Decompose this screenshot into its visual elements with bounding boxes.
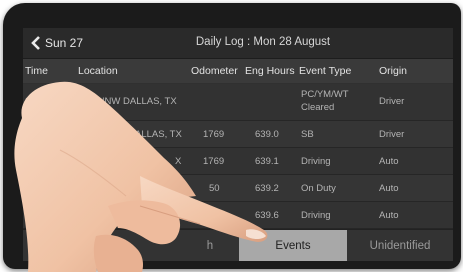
table-row[interactable]: 09: mi NNW DALLAS, TX PC/YM/WT Cleared D… [23, 84, 453, 121]
column-header-origin: Origin [379, 65, 408, 77]
top-bar: Sun 27 Daily Log : Mon 28 August [23, 28, 453, 59]
event-type-cell: On Duty [301, 183, 336, 194]
location-cell: W DAL [113, 183, 144, 194]
location-cell: ALLAS, TX [135, 129, 182, 140]
location-cell: mi NNW DALLAS, TX [85, 96, 177, 107]
column-header-odometer: Odometer [191, 65, 238, 77]
events-table: 09: mi NNW DALLAS, TX PC/YM/WT Cleared D… [23, 84, 453, 229]
origin-cell: Auto [379, 210, 399, 221]
origin-cell: Driver [379, 96, 405, 107]
table-row[interactable]: 10:26 AM 639.6 Driving Auto [23, 202, 453, 229]
event-type-cell: PC/YM/WT [301, 89, 349, 100]
time-cell: 0 [25, 129, 31, 140]
time-cell: 10:26 AM [25, 210, 66, 221]
eng-hours-cell: 639.0 [255, 129, 279, 140]
origin-cell: Driver [379, 129, 405, 140]
app-screen: Sun 27 Daily Log : Mon 28 August Time Lo… [23, 28, 453, 261]
column-header-event-type: Event Type [299, 65, 352, 77]
table-header: Time Location Odometer Eng Hours Event T… [23, 59, 453, 83]
table-row[interactable]: 09:52 W DAL 50 639.2 On Duty Auto [23, 175, 453, 202]
column-header-location: Location [78, 65, 118, 77]
time-cell: 09:52 [25, 183, 49, 194]
event-type-cell: Driving [301, 156, 331, 167]
odometer-cell: 50 [209, 183, 220, 194]
page-title: Daily Log : Mon 28 August [195, 36, 331, 48]
table-row[interactable]: 09 X 1769 639.1 Driving Auto [23, 148, 453, 175]
time-cell: 09 [25, 156, 36, 167]
eng-hours-cell: 639.2 [255, 183, 279, 194]
column-header-eng-hours: Eng Hours [245, 65, 295, 77]
odometer-cell: 1769 [203, 156, 225, 167]
column-header-time: Time [25, 65, 48, 77]
event-type-cell: SB [301, 129, 314, 140]
tab-unidentified[interactable]: Unidentified [347, 230, 453, 261]
event-type-cell-line2: Cleared [301, 102, 335, 113]
tab-summary[interactable]: Summary [23, 230, 131, 261]
eng-hours-cell: 639.6 [255, 210, 279, 221]
eng-hours-cell: 639.1 [255, 156, 279, 167]
location-cell: X [175, 156, 182, 167]
tab-partial[interactable]: h [131, 230, 239, 261]
origin-cell: Auto [379, 156, 399, 167]
event-type-cell: Driving [301, 210, 331, 221]
odometer-cell: 1769 [203, 129, 225, 140]
bottom-tab-bar: Summary h Events Unidentified [23, 229, 453, 261]
origin-cell: Auto [379, 183, 399, 194]
tablet-device: Sun 27 Daily Log : Mon 28 August Time Lo… [3, 3, 461, 269]
time-cell: 09: [25, 96, 39, 107]
tab-events[interactable]: Events [239, 230, 347, 261]
table-row[interactable]: 0 ALLAS, TX 1769 639.0 SB Driver [23, 121, 453, 148]
